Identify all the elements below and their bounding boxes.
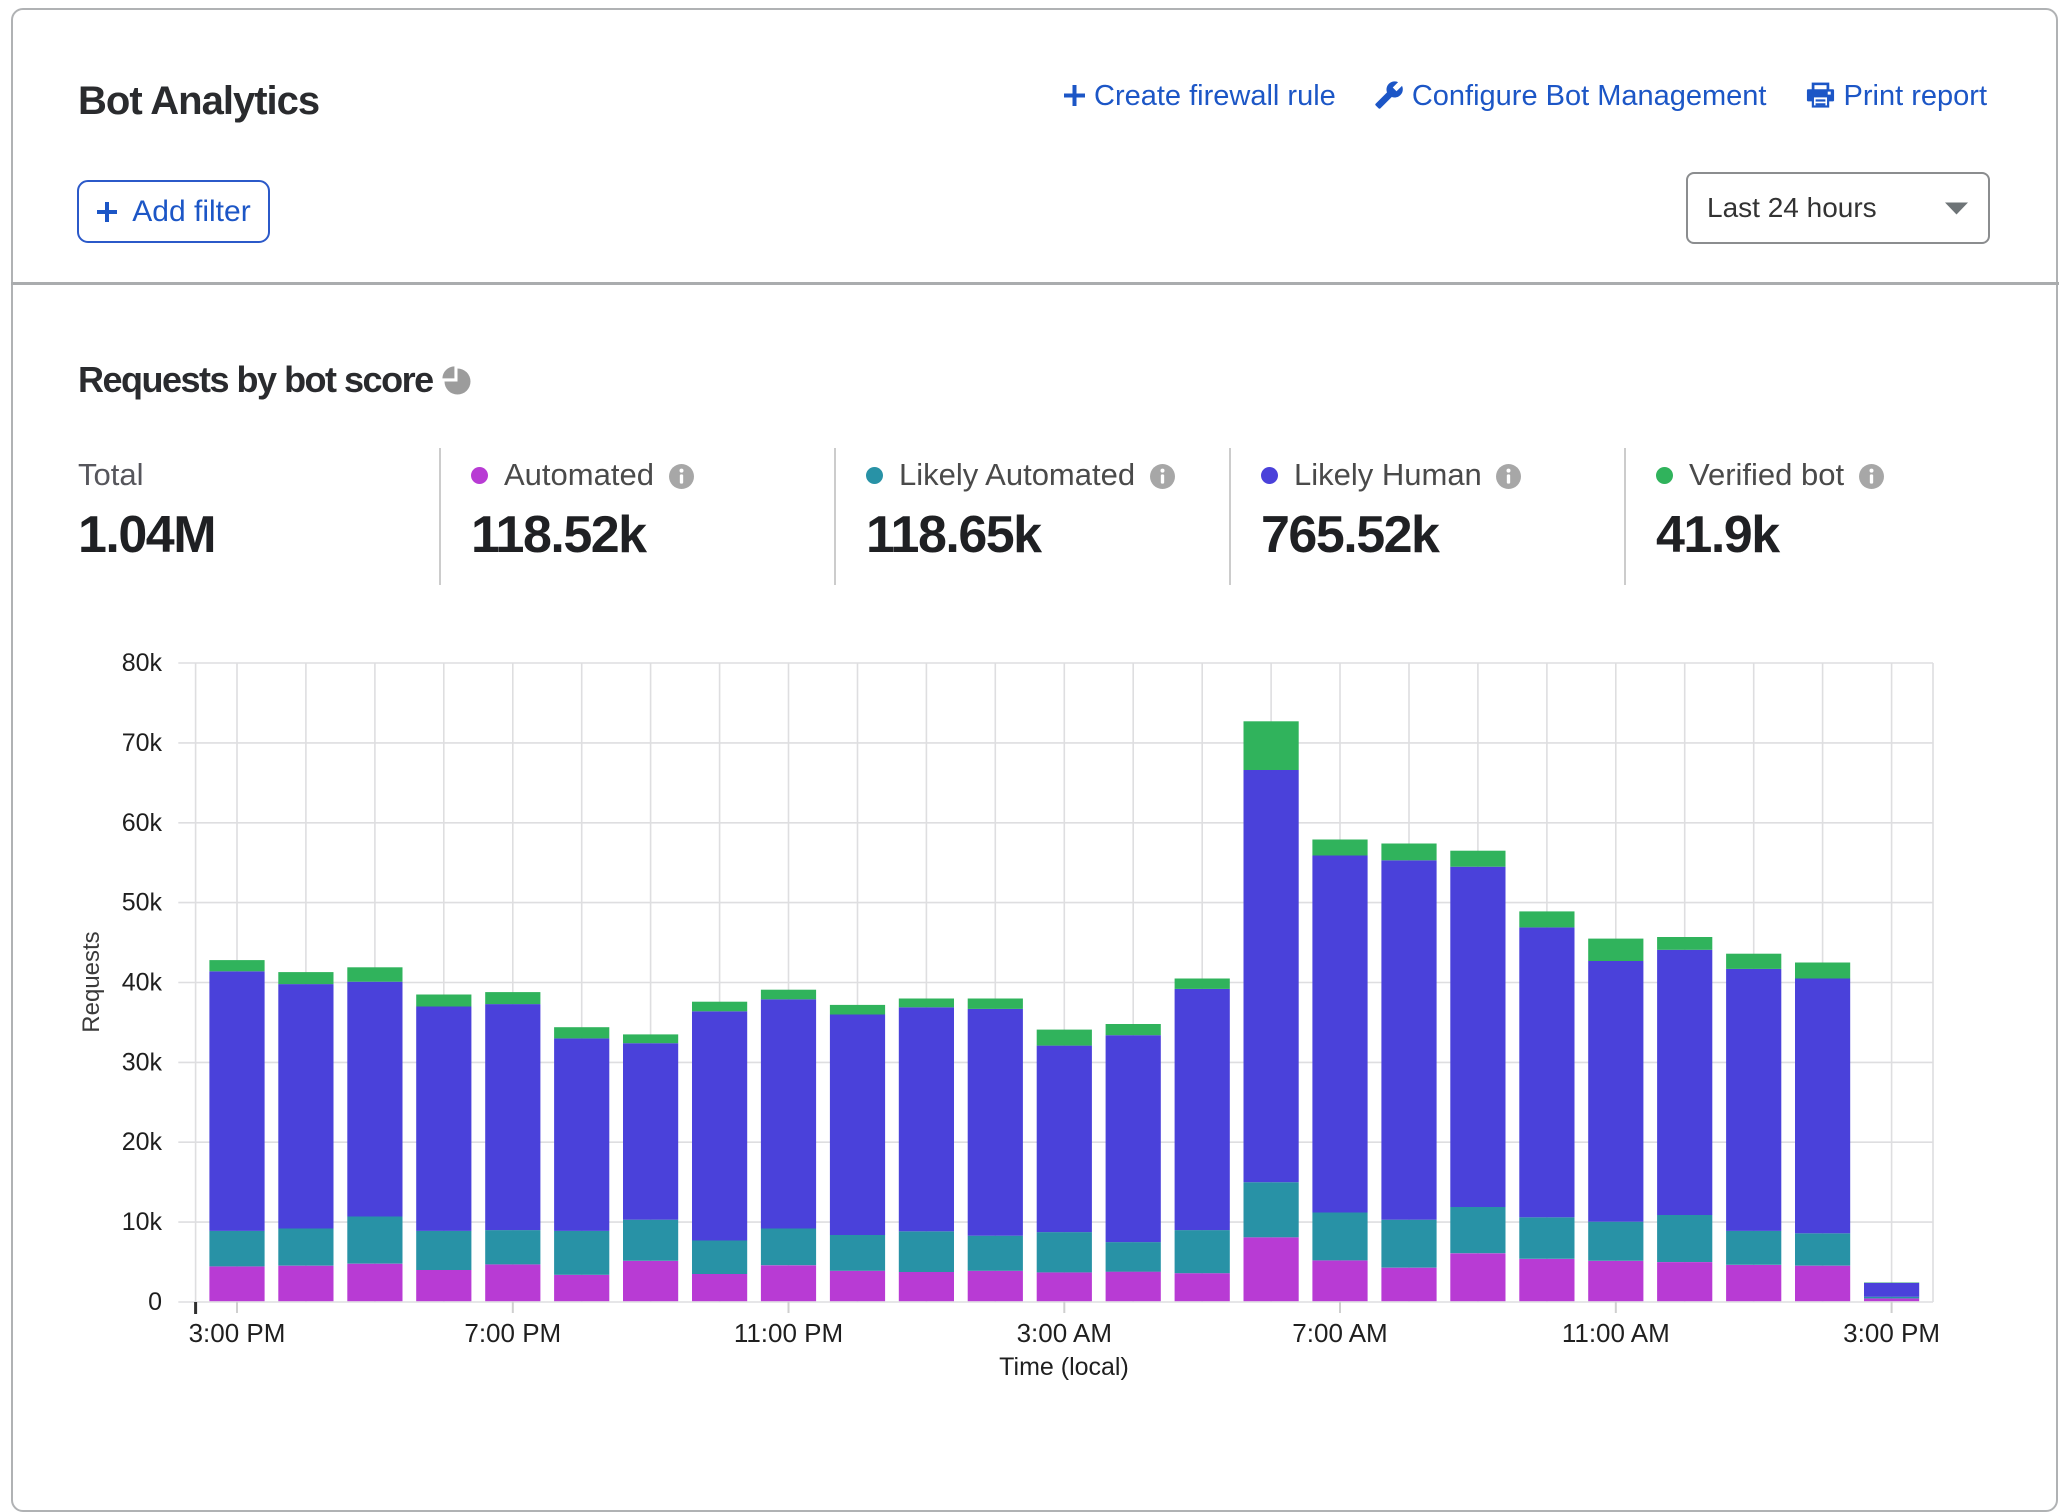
svg-text:40k: 40k bbox=[122, 969, 163, 997]
svg-text:3:00 PM: 3:00 PM bbox=[189, 1318, 286, 1348]
svg-text:60k: 60k bbox=[122, 809, 163, 837]
svg-text:7:00 PM: 7:00 PM bbox=[464, 1318, 561, 1348]
svg-text:20k: 20k bbox=[122, 1128, 163, 1156]
svg-text:3:00 AM: 3:00 AM bbox=[1017, 1318, 1112, 1348]
svg-text:Requests: Requests bbox=[78, 931, 105, 1032]
svg-text:80k: 80k bbox=[122, 649, 163, 677]
svg-text:50k: 50k bbox=[122, 889, 163, 917]
svg-text:7:00 AM: 7:00 AM bbox=[1292, 1318, 1387, 1348]
svg-text:3:00 PM: 3:00 PM bbox=[1843, 1318, 1940, 1348]
svg-text:70k: 70k bbox=[122, 729, 163, 757]
svg-text:11:00 AM: 11:00 AM bbox=[1562, 1318, 1670, 1348]
svg-text:0: 0 bbox=[148, 1288, 162, 1316]
svg-text:30k: 30k bbox=[122, 1048, 163, 1076]
svg-text:Time (local): Time (local) bbox=[999, 1353, 1129, 1381]
svg-text:11:00 PM: 11:00 PM bbox=[734, 1318, 843, 1348]
svg-text:10k: 10k bbox=[122, 1208, 163, 1236]
